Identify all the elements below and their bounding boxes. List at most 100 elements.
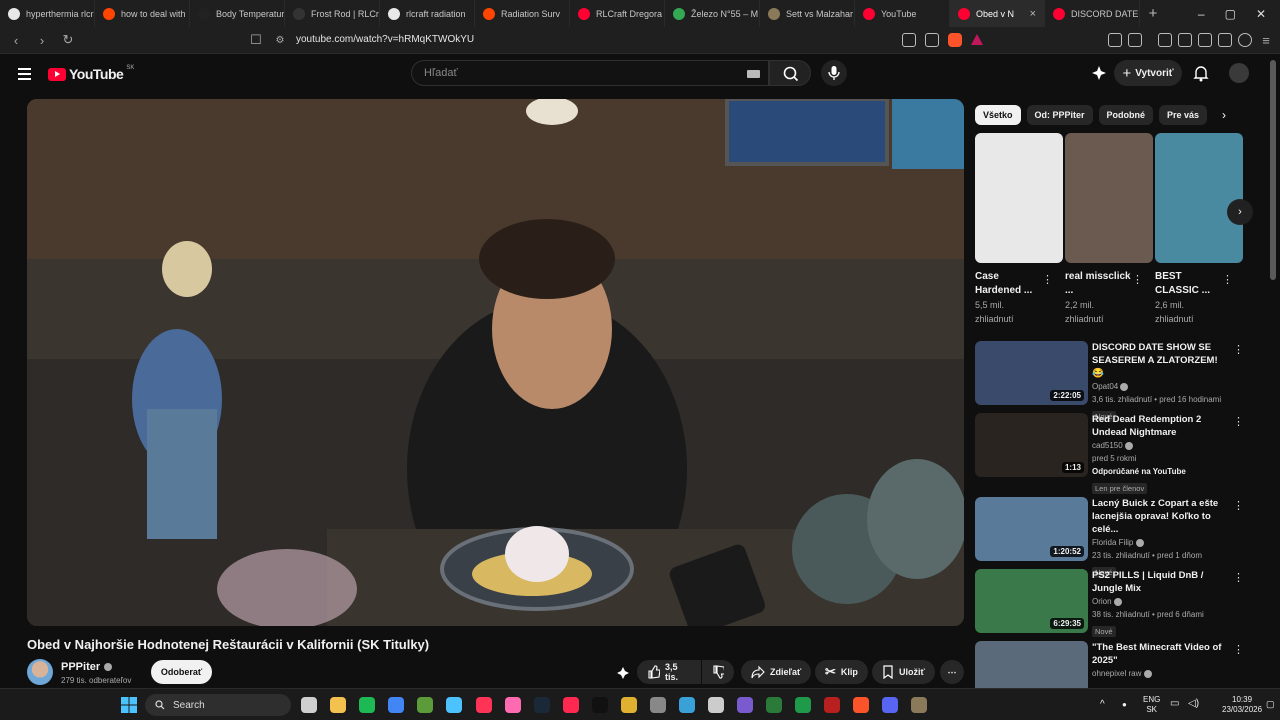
brave-shields-icon[interactable] — [948, 33, 962, 47]
share-button[interactable]: Zdieľať — [741, 660, 812, 684]
browser-tab[interactable]: Sett vs Malzahar — [760, 0, 855, 27]
app-icon[interactable] — [650, 697, 666, 713]
app-icon[interactable] — [911, 697, 927, 713]
chrome-icon[interactable] — [388, 697, 404, 713]
new-tab-icon[interactable]: + — [1140, 5, 1166, 22]
forward-icon[interactable]: › — [34, 32, 50, 48]
more-vertical-icon[interactable]: ⋮ — [1233, 643, 1244, 656]
short-card[interactable]: BEST CLASSIC ... 2,6 mil. zhliadnutí ⋮ — [1155, 133, 1243, 326]
gemini-ask-icon[interactable] — [1091, 65, 1107, 81]
url-text[interactable]: youtube.com/watch?v=hRMqKTWOkYU — [296, 34, 474, 45]
create-button[interactable]: + Vytvoriť — [1114, 60, 1182, 86]
video-thumbnail[interactable]: 6:29:35 — [975, 569, 1088, 633]
save-button[interactable]: Uložiť — [872, 660, 935, 684]
notification-center-icon[interactable]: ▢ — [1266, 699, 1275, 709]
app-icon[interactable] — [708, 697, 724, 713]
media-icon[interactable] — [1158, 33, 1172, 47]
notifications-bell-icon[interactable] — [1193, 64, 1209, 82]
site-info-icon[interactable]: ⚙ — [272, 32, 288, 48]
wallet-icon[interactable] — [1198, 33, 1212, 47]
video-channel[interactable]: Opat04 — [1092, 380, 1232, 393]
ask-ai-icon[interactable] — [616, 666, 630, 680]
recommended-video[interactable]: 2:22:05 DISCORD DATE SHOW SE SEASEREM A Z… — [975, 341, 1275, 422]
terminal-icon[interactable] — [766, 697, 782, 713]
brave-rewards-icon[interactable] — [971, 34, 983, 45]
browser-tab[interactable]: Body Temperature — [190, 0, 285, 27]
more-vertical-icon[interactable]: ⋮ — [1233, 415, 1244, 428]
windows-start-icon[interactable] — [121, 697, 137, 713]
taskbar-search[interactable]: Search — [145, 694, 291, 716]
app-icon[interactable] — [476, 697, 492, 713]
network-icon[interactable]: ▭ — [1170, 699, 1179, 709]
video-channel[interactable]: ohnepixel raw — [1092, 667, 1232, 680]
opera-gx-icon[interactable] — [563, 697, 579, 713]
minecraft-launcher-icon[interactable] — [417, 697, 433, 713]
app-icon[interactable] — [505, 697, 521, 713]
more-actions-button[interactable]: ⋯ — [940, 660, 964, 684]
browser-tab[interactable]: Železo N°55 – M — [665, 0, 760, 27]
browser-tab[interactable]: rlcraft radiation — [380, 0, 475, 27]
short-thumbnail[interactable] — [1065, 133, 1153, 263]
video-thumbnail[interactable]: 2:22:05 — [975, 341, 1088, 405]
menu-icon[interactable]: ≡ — [1258, 32, 1274, 48]
filter-chip[interactable]: Pre vás — [1159, 105, 1208, 125]
app-icon[interactable] — [824, 697, 840, 713]
browser-tab[interactable]: Obed v N × — [950, 0, 1045, 27]
share-icon[interactable] — [925, 33, 939, 47]
channel-avatar[interactable] — [27, 659, 53, 685]
task-view-icon[interactable] — [301, 697, 317, 713]
language-indicator[interactable]: ENG SK — [1143, 695, 1160, 715]
browser-tab[interactable]: RLCraft Dregora — [570, 0, 665, 27]
recommended-video[interactable]: 6:29:35 PS2 PILLS | Liquid DnB / Jungle M… — [975, 569, 1275, 639]
install-app-icon[interactable] — [902, 33, 916, 47]
short-card[interactable]: Case Hardened ... 5,5 mil. zhliadnutí ⋮ — [975, 133, 1063, 326]
app-icon[interactable] — [679, 697, 695, 713]
app-icon[interactable] — [737, 697, 753, 713]
steam-icon[interactable] — [534, 697, 550, 713]
short-thumbnail[interactable] — [1155, 133, 1243, 263]
clock[interactable]: 10:39 23/03/2026 — [1222, 695, 1262, 715]
file-explorer-icon[interactable] — [330, 697, 346, 713]
channel-name[interactable]: PPPiter — [61, 661, 113, 673]
app-icon[interactable] — [621, 697, 637, 713]
sidebar-icon[interactable] — [1178, 33, 1192, 47]
filter-chip[interactable]: Podobné — [1098, 105, 1154, 125]
notepad-icon[interactable] — [446, 697, 462, 713]
more-vertical-icon[interactable]: ⋮ — [1132, 273, 1143, 286]
search-button[interactable] — [769, 60, 811, 86]
maximize-window-icon[interactable]: ▢ — [1225, 7, 1236, 21]
minimize-window-icon[interactable]: – — [1198, 7, 1205, 21]
more-vertical-icon[interactable]: ⋮ — [1222, 273, 1233, 286]
chips-next-icon[interactable]: › — [1222, 108, 1226, 122]
recommended-video[interactable]: 1:13 Red Dead Redemption 2 Undead Nightma… — [975, 413, 1275, 494]
microphone-tray-icon[interactable]: ● — [1122, 700, 1127, 710]
youtube-logo[interactable]: YouTube SK — [48, 65, 134, 82]
extensions-icon[interactable] — [1108, 33, 1122, 47]
leo-ai-icon[interactable] — [1218, 33, 1232, 47]
video-player[interactable] — [27, 99, 964, 626]
show-hidden-icons[interactable]: ^ — [1100, 700, 1105, 710]
volume-icon[interactable]: ◁) — [1188, 699, 1199, 709]
short-thumbnail[interactable] — [975, 133, 1063, 263]
close-tab-icon[interactable]: × — [1030, 8, 1036, 20]
browser-tab[interactable]: YouTube — [855, 0, 950, 27]
video-channel[interactable]: Florida Filip — [1092, 536, 1232, 549]
account-avatar[interactable] — [1229, 63, 1249, 83]
page-scrollbar[interactable] — [1270, 60, 1276, 280]
like-button[interactable]: 3,5 tis. — [637, 660, 701, 684]
video-channel[interactable]: Orion — [1092, 595, 1232, 608]
keyboard-icon[interactable] — [747, 70, 760, 78]
recommended-video[interactable]: 1:20:52 Lacný Buick z Copart a ešte lacne… — [975, 497, 1275, 578]
browser-tab[interactable]: Frost Rod | RLCra — [285, 0, 380, 27]
browser-tab[interactable]: hyperthermia rlcra — [0, 0, 95, 27]
video-channel[interactable]: cad5150 — [1092, 439, 1232, 452]
discord-icon[interactable] — [882, 697, 898, 713]
more-vertical-icon[interactable]: ⋮ — [1042, 273, 1053, 286]
search-input[interactable]: Hľadať — [411, 60, 769, 86]
back-icon[interactable]: ‹ — [8, 32, 24, 48]
hamburger-menu-icon[interactable] — [18, 68, 31, 83]
more-vertical-icon[interactable]: ⋮ — [1233, 571, 1244, 584]
bookmark-icon[interactable]: ☐ — [248, 32, 264, 48]
tiktok-icon[interactable] — [592, 697, 608, 713]
shorts-next-button[interactable]: › — [1227, 199, 1253, 225]
